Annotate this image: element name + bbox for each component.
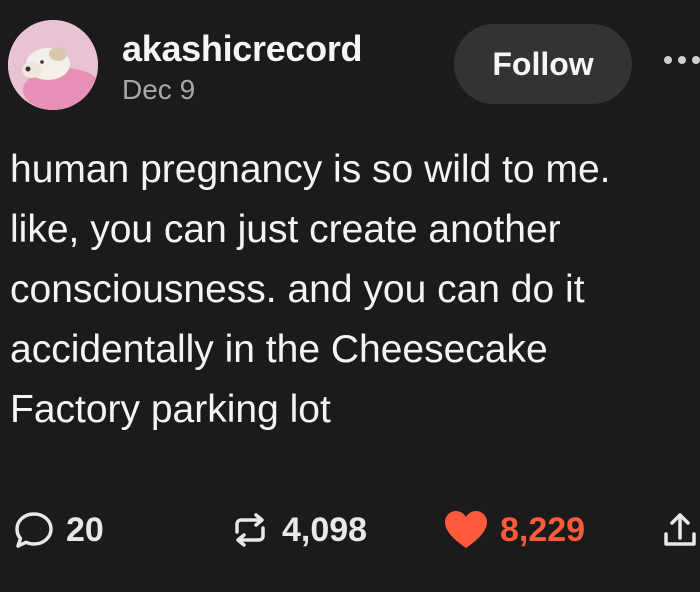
author-username[interactable]: akashicrecord — [122, 28, 363, 70]
post-actions: 20 4,098 8,229 — [0, 500, 700, 560]
more-dot — [664, 56, 672, 64]
post-date: Dec 9 — [122, 74, 196, 105]
post-text-line: Factory parking lot — [10, 388, 331, 431]
more-dot — [678, 56, 686, 64]
post-text-line: human pregnancy is so wild to me. — [10, 148, 611, 191]
post-header: akashicrecord Dec 9 Follow — [0, 14, 700, 114]
like-count: 8,229 — [500, 510, 586, 549]
reply-button[interactable]: 20 — [12, 500, 104, 560]
post-text-line: like, you can just create another — [10, 208, 561, 251]
reply-icon — [12, 508, 56, 552]
more-dot — [692, 56, 700, 64]
like-button[interactable]: 8,229 — [442, 500, 585, 560]
reblog-icon — [228, 508, 272, 552]
reply-count: 20 — [66, 510, 104, 549]
post-text-line: accidentally in the Cheesecake — [10, 328, 548, 371]
post-body: human pregnancy is so wild to me. like, … — [10, 140, 690, 440]
post-card: akashicrecord Dec 9 Follow human pregnan… — [0, 0, 700, 592]
dog-avatar-icon[interactable] — [8, 20, 98, 110]
share-button[interactable] — [660, 500, 700, 560]
more-dots-icon[interactable] — [664, 48, 700, 72]
post-text-line: consciousness. and you can do it — [10, 268, 585, 311]
heart-icon — [442, 508, 490, 552]
follow-button[interactable]: Follow — [454, 24, 632, 104]
share-icon — [660, 508, 700, 552]
reblog-button[interactable]: 4,098 — [228, 500, 367, 560]
reblog-count: 4,098 — [282, 510, 368, 549]
